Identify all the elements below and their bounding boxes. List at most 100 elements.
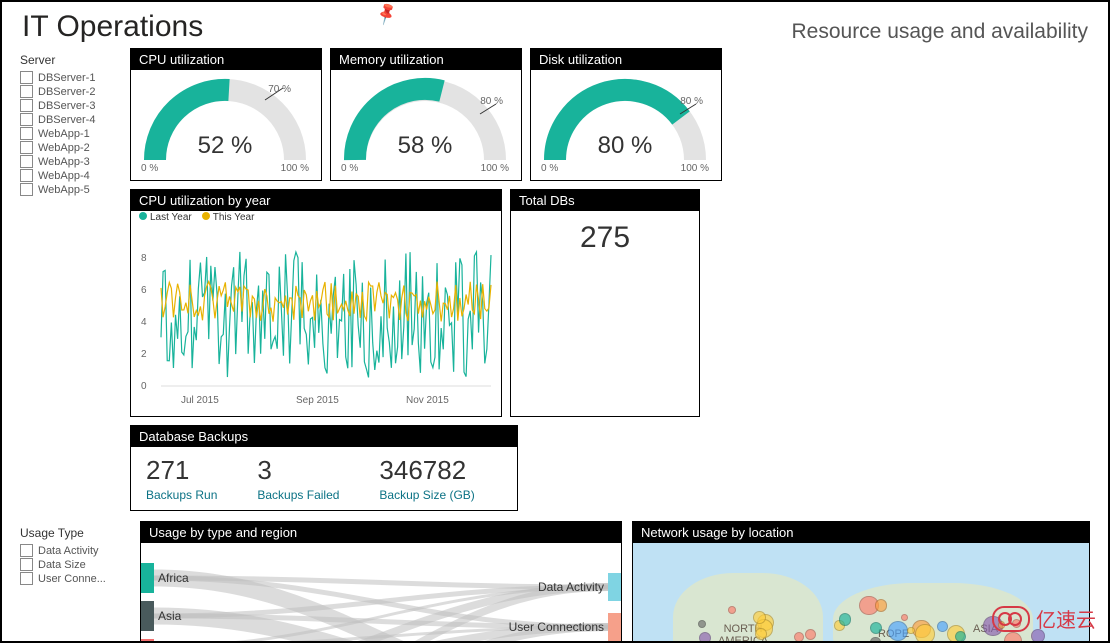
- gauge-cpu-value: 52 %: [131, 132, 319, 160]
- dashboard-frame: 📌 IT Operations Resource usage and avail…: [0, 0, 1110, 643]
- map-bubble[interactable]: [839, 613, 851, 625]
- tile-cpu-year-title: CPU utilization by year: [131, 190, 501, 211]
- svg-text:8: 8: [141, 253, 147, 264]
- svg-text:0: 0: [141, 381, 147, 392]
- map-title: Network usage by location: [633, 522, 1089, 543]
- sankey-source-0[interactable]: Africa: [141, 563, 189, 593]
- tiles-top: CPU utilization 70 % 52 % 0 % 100 % Memo…: [130, 48, 1090, 511]
- map-bubble[interactable]: [907, 627, 914, 634]
- page-title: IT Operations: [22, 10, 203, 44]
- server-item-1[interactable]: DBServer-2: [20, 85, 130, 98]
- server-item-3[interactable]: DBServer-4: [20, 113, 130, 126]
- gauge-disk: 80 % 80 % 0 % 100 %: [531, 70, 719, 180]
- filter-usage-type: Usage Type Data ActivityData SizeUser Co…: [20, 521, 130, 643]
- watermark-text: 亿速云: [1036, 604, 1096, 633]
- sankey-body: AfricaAsiaSouth AmericaEuropeNorth Ameri…: [141, 543, 621, 643]
- sankey-title: Usage by type and region: [141, 522, 621, 543]
- sankey-target-1[interactable]: User Connections: [509, 613, 621, 641]
- map-bubble[interactable]: [937, 621, 948, 632]
- usage-item-2[interactable]: User Conne...: [20, 572, 130, 585]
- map-bubble[interactable]: [753, 611, 766, 624]
- gauge-cpu: 70 % 52 % 0 % 100 %: [131, 70, 319, 180]
- checkbox-icon[interactable]: [20, 113, 33, 126]
- checkbox-icon[interactable]: [20, 544, 33, 557]
- usage-item-1[interactable]: Data Size: [20, 558, 130, 571]
- legend-this-year: This Year: [213, 212, 255, 223]
- server-item-5[interactable]: WebApp-2: [20, 141, 130, 154]
- cpu-year-chart: 8 6 4 2 0 Jul 2015 Sep 2015 Nov 2015: [131, 211, 499, 411]
- server-item-6[interactable]: WebApp-3: [20, 155, 130, 168]
- cpu-year-legend: Last Year This Year: [139, 212, 254, 223]
- filter-server: Server DBServer-1DBServer-2DBServer-3DBS…: [20, 48, 130, 511]
- gauge-memory-target: 80 %: [480, 96, 503, 107]
- checkbox-icon[interactable]: [20, 127, 33, 140]
- server-item-7[interactable]: WebApp-4: [20, 169, 130, 182]
- filter-usage-type-label: Usage Type: [20, 526, 130, 540]
- checkbox-icon[interactable]: [20, 572, 33, 585]
- legend-last-year: Last Year: [150, 212, 192, 223]
- tile-memory[interactable]: Memory utilization 80 % 58 % 0 % 100 %: [330, 48, 522, 181]
- watermark: 亿速云: [992, 604, 1096, 633]
- gauge-memory-max: 100 %: [481, 163, 509, 174]
- map-bubble[interactable]: [915, 624, 934, 643]
- tile-memory-title: Memory utilization: [331, 49, 521, 70]
- backup-kpi-0: 271Backups Run: [146, 455, 217, 502]
- gauge-memory: 80 % 58 % 0 % 100 %: [331, 70, 519, 180]
- map-bubble[interactable]: [870, 622, 882, 634]
- row-bottom: Usage Type Data ActivityData SizeUser Co…: [2, 511, 1108, 643]
- checkbox-icon[interactable]: [20, 183, 33, 196]
- tile-sankey[interactable]: Usage by type and region Africa Asia South…: [140, 521, 622, 643]
- gauge-disk-max: 100 %: [681, 163, 709, 174]
- total-dbs-value: 275: [511, 211, 699, 265]
- svg-text:4: 4: [141, 317, 147, 328]
- gauge-cpu-target: 70 %: [268, 84, 291, 95]
- page-subtitle: Resource usage and availability: [791, 20, 1088, 44]
- checkbox-icon[interactable]: [20, 99, 33, 112]
- usage-item-0[interactable]: Data Activity: [20, 544, 130, 557]
- sankey-source-1[interactable]: Asia: [141, 601, 181, 631]
- server-item-4[interactable]: WebApp-1: [20, 127, 130, 140]
- svg-text:2: 2: [141, 349, 147, 360]
- checkbox-icon[interactable]: [20, 155, 33, 168]
- sankey-target-0[interactable]: Data Activity: [538, 573, 621, 601]
- gauge-memory-min: 0 %: [341, 163, 358, 174]
- gauge-disk-value: 80 %: [531, 132, 719, 160]
- tile-disk[interactable]: Disk utilization 80 % 80 % 0 % 100 %: [530, 48, 722, 181]
- row-top: Server DBServer-1DBServer-2DBServer-3DBS…: [2, 48, 1108, 511]
- gauge-disk-target: 80 %: [680, 96, 703, 107]
- gauge-cpu-min: 0 %: [141, 163, 158, 174]
- map-bubble[interactable]: [1004, 632, 1022, 643]
- server-item-2[interactable]: DBServer-3: [20, 99, 130, 112]
- tile-cpu[interactable]: CPU utilization 70 % 52 % 0 % 100 %: [130, 48, 322, 181]
- backup-kpi-1: 3Backups Failed: [257, 455, 339, 502]
- header: IT Operations Resource usage and availab…: [2, 2, 1108, 48]
- backup-kpi-2: 346782Backup Size (GB): [379, 455, 474, 502]
- tile-cpu-by-year[interactable]: CPU utilization by year Last Year This Y…: [130, 189, 502, 417]
- map-bubble[interactable]: [870, 637, 881, 643]
- svg-text:Jul 2015: Jul 2015: [181, 395, 219, 406]
- checkbox-icon[interactable]: [20, 71, 33, 84]
- gauge-memory-value: 58 %: [331, 132, 519, 160]
- backups-title: Database Backups: [131, 426, 517, 447]
- gauge-disk-min: 0 %: [541, 163, 558, 174]
- svg-text:Sep 2015: Sep 2015: [296, 395, 339, 406]
- tile-total-dbs[interactable]: Total DBs 275: [510, 189, 700, 417]
- map-bubble[interactable]: [699, 632, 711, 643]
- watermark-icon: [992, 606, 1030, 632]
- filter-server-label: Server: [20, 53, 130, 67]
- server-item-8[interactable]: WebApp-5: [20, 183, 130, 196]
- sankey-source-2[interactable]: South America: [141, 639, 236, 643]
- checkbox-icon[interactable]: [20, 85, 33, 98]
- map-bubble[interactable]: [888, 621, 908, 641]
- svg-text:6: 6: [141, 285, 147, 296]
- gauge-cpu-max: 100 %: [281, 163, 309, 174]
- checkbox-icon[interactable]: [20, 141, 33, 154]
- server-item-0[interactable]: DBServer-1: [20, 71, 130, 84]
- tile-backups[interactable]: Database Backups 271Backups Run 3Backups …: [130, 425, 518, 511]
- checkbox-icon[interactable]: [20, 558, 33, 571]
- checkbox-icon[interactable]: [20, 169, 33, 182]
- svg-text:Nov 2015: Nov 2015: [406, 395, 449, 406]
- tile-cpu-title: CPU utilization: [131, 49, 321, 70]
- total-dbs-title: Total DBs: [511, 190, 699, 211]
- map-bubble[interactable]: [805, 629, 816, 640]
